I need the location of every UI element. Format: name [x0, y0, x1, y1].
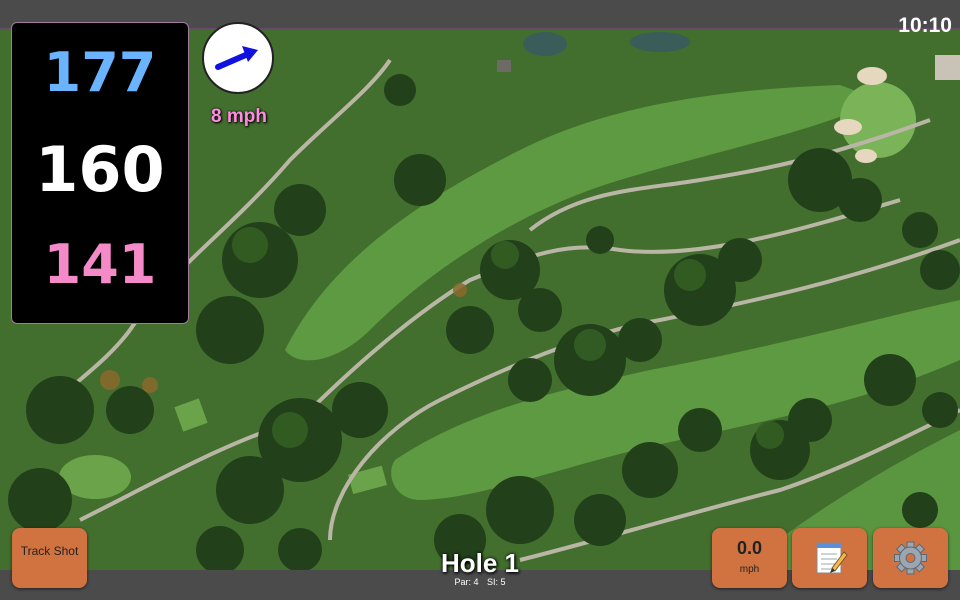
distance-panel: 177 160 141	[11, 22, 189, 324]
back-distance: 177	[43, 41, 157, 104]
hole-stroke-index: SI: 5	[487, 577, 506, 587]
notepad-icon	[816, 542, 848, 574]
shot-speed-button[interactable]: 0.0 mph	[712, 528, 787, 588]
middle-distance: 160	[35, 133, 165, 206]
arrow-right-icon	[215, 46, 258, 70]
hole-par: Par: 4	[454, 577, 479, 587]
track-shot-button[interactable]: Track Shot	[12, 528, 87, 588]
wind-indicator	[202, 22, 274, 94]
shot-speed-unit: mph	[739, 564, 760, 575]
settings-button[interactable]	[873, 528, 948, 588]
notes-button[interactable]	[792, 528, 867, 588]
front-distance: 141	[43, 233, 157, 296]
gear-icon	[894, 541, 927, 575]
track-shot-label: Track Shot	[20, 544, 79, 558]
hole-title: Hole 1	[440, 548, 520, 578]
wind-speed: 8 mph	[211, 106, 267, 127]
hole-info: Par: 4 SI: 5	[380, 577, 580, 587]
clock: 10:10	[898, 14, 952, 37]
shot-speed-value: 0.0	[736, 538, 763, 558]
